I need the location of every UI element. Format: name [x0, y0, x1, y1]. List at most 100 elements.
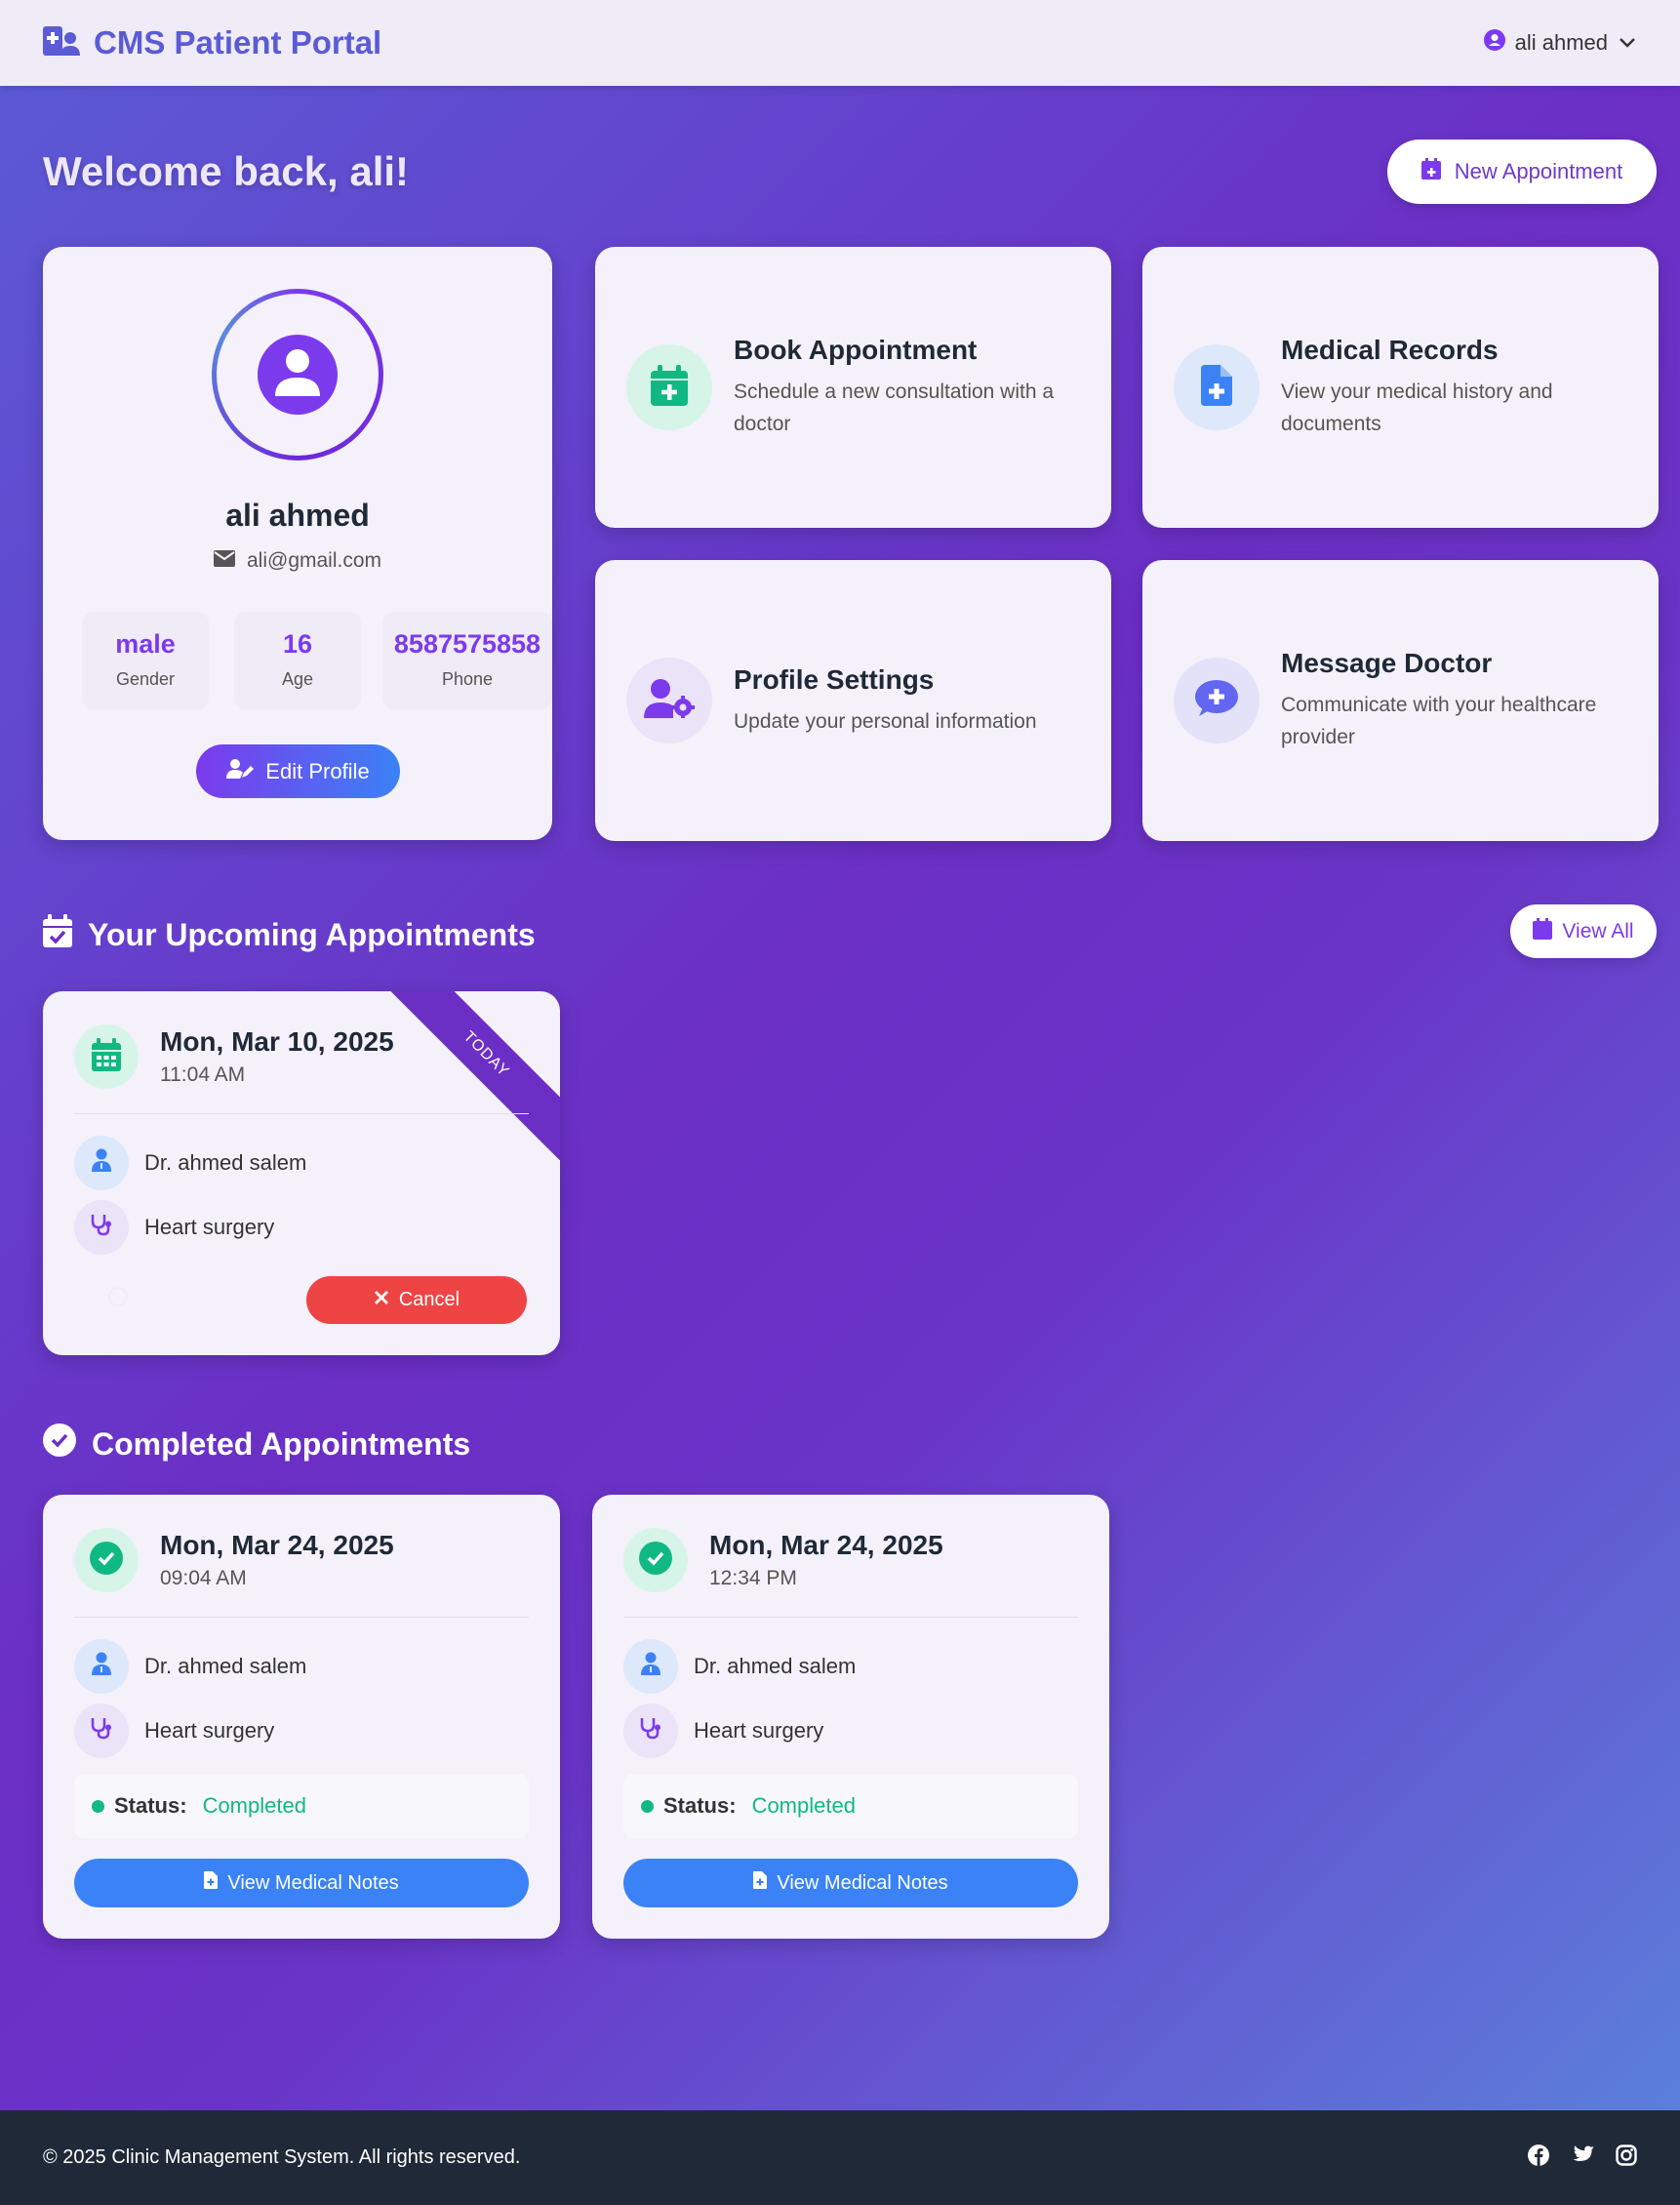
circle-check-icon: [90, 1541, 123, 1580]
profile-card: ali ahmed ali@gmail.com male Gender 16 A…: [43, 247, 552, 840]
profile-email: ali@gmail.com: [43, 549, 552, 573]
action-icon-wrap: [626, 658, 712, 743]
stat-phone: 8587575858 Phone: [382, 612, 552, 709]
user-menu[interactable]: ali ahmed: [1483, 29, 1637, 57]
brand-title: CMS Patient Portal: [94, 24, 382, 60]
specialty-row: Heart surgery: [74, 1200, 274, 1255]
status-box: Status: Completed: [623, 1774, 1078, 1838]
info-icon-wrap: [74, 1136, 129, 1190]
stat-value: 16: [282, 629, 313, 659]
view-medical-notes-label: View Medical Notes: [227, 1871, 399, 1894]
stat-label: Gender: [115, 669, 176, 689]
stethoscope-icon: [639, 1716, 662, 1745]
new-appointment-button[interactable]: New Appointment: [1387, 140, 1657, 204]
specialty-name: Heart surgery: [144, 1215, 275, 1239]
info-icon-wrap: [623, 1639, 678, 1694]
divider: [74, 1113, 529, 1114]
status-label: Status:: [114, 1793, 187, 1818]
user-gear-icon: [644, 678, 695, 723]
cancel-button[interactable]: Cancel: [306, 1276, 527, 1324]
completed-appointment-card: Mon, Mar 24, 2025 12:34 PM Dr. ahmed sal…: [592, 1495, 1109, 1939]
stat-label: Age: [281, 669, 314, 689]
reschedule-button[interactable]: Reschedule: [98, 1276, 244, 1323]
chevron-down-icon: [1618, 30, 1637, 56]
info-icon-wrap: [74, 1200, 129, 1255]
stat-gender: male Gender: [82, 612, 209, 709]
message-doctor-card[interactable]: Message Doctor Communicate with your hea…: [1142, 560, 1659, 841]
new-appointment-label: New Appointment: [1454, 159, 1623, 183]
profile-email-text: ali@gmail.com: [246, 549, 382, 572]
book-appointment-card[interactable]: Book Appointment Schedule a new consulta…: [595, 247, 1111, 528]
edit-profile-button[interactable]: Edit Profile: [196, 744, 400, 798]
avatar: [212, 289, 383, 461]
edit-profile-label: Edit Profile: [265, 758, 370, 783]
status-value: Completed: [202, 1793, 306, 1818]
calendar-days-icon: [92, 1037, 121, 1076]
divider: [74, 1617, 529, 1618]
status-dot: [92, 1799, 104, 1813]
action-desc: Update your personal information: [734, 709, 1037, 733]
view-medical-notes-label: View Medical Notes: [777, 1871, 948, 1894]
action-desc: View your medical history and documents: [1281, 381, 1553, 435]
action-icon-wrap: [1174, 344, 1260, 430]
user-avatar-icon: [273, 345, 322, 405]
appt-icon-wrap: [74, 1528, 139, 1592]
reschedule-label: Reschedule: [135, 1289, 234, 1309]
appointment-time: 11:04 AM: [160, 1063, 246, 1086]
brand[interactable]: CMS Patient Portal: [43, 24, 381, 62]
calendar-plus-icon: [1420, 158, 1441, 185]
stat-age: 16 Age: [234, 612, 361, 709]
circle-check-icon: [639, 1541, 672, 1580]
appointment-time: 12:34 PM: [709, 1567, 797, 1589]
stat-value: male: [115, 629, 176, 659]
action-title: Medical Records: [1281, 335, 1499, 365]
view-medical-notes-button[interactable]: View Medical Notes: [623, 1859, 1078, 1907]
action-title: Profile Settings: [734, 663, 935, 695]
stat-value: 8587575858: [393, 629, 541, 659]
calendar-check-icon: [43, 914, 72, 955]
view-all-label: View All: [1562, 919, 1634, 942]
navbar: CMS Patient Portal ali ahmed: [0, 0, 1680, 86]
facebook-icon[interactable]: [1528, 2144, 1549, 2172]
stethoscope-icon: [90, 1716, 113, 1745]
specialty-row: Heart surgery: [74, 1704, 274, 1758]
instagram-icon[interactable]: [1616, 2144, 1637, 2172]
footer: © 2025 Clinic Management System. All rig…: [0, 2110, 1680, 2205]
appointment-date: Mon, Mar 24, 2025: [160, 1530, 394, 1560]
doctor-row: Dr. ahmed salem: [74, 1136, 306, 1190]
doctor-name: Dr. ahmed salem: [694, 1654, 857, 1678]
action-icon-wrap: [1174, 658, 1260, 743]
action-desc: Schedule a new consultation with a docto…: [734, 381, 1055, 435]
envelope-icon: [213, 549, 235, 573]
cancel-label: Cancel: [398, 1289, 460, 1310]
welcome-title: Welcome back, ali!: [43, 148, 410, 194]
view-medical-notes-button[interactable]: View Medical Notes: [74, 1859, 529, 1907]
specialty-name: Heart surgery: [694, 1718, 824, 1743]
completed-title-text: Completed Appointments: [92, 1425, 471, 1462]
action-title: Book Appointment: [734, 335, 978, 365]
file-medical-icon: [204, 1871, 219, 1895]
user-name: ali ahmed: [1514, 30, 1608, 55]
doctor-row: Dr. ahmed salem: [74, 1639, 306, 1694]
action-desc: Communicate with your healthcare provide…: [1281, 694, 1597, 748]
completed-appointment-card: Mon, Mar 24, 2025 09:04 AM Dr. ahmed sal…: [43, 1495, 560, 1939]
appointment-date: Mon, Mar 10, 2025: [160, 1026, 394, 1057]
profile-name: ali ahmed: [225, 498, 370, 533]
status-value: Completed: [751, 1793, 856, 1818]
twitter-icon[interactable]: [1571, 2145, 1594, 2171]
medical-records-card[interactable]: Medical Records View your medical histor…: [1142, 247, 1659, 528]
doctor-name: Dr. ahmed salem: [144, 1654, 307, 1678]
status-dot: [641, 1799, 654, 1813]
status-label: Status:: [663, 1793, 737, 1818]
user-doctor-icon: [92, 1652, 111, 1681]
stethoscope-icon: [90, 1213, 113, 1242]
info-icon-wrap: [74, 1704, 129, 1758]
comment-medical-icon: [1195, 679, 1238, 723]
profile-settings-card[interactable]: Profile Settings Update your personal in…: [595, 560, 1111, 841]
appointment-date: Mon, Mar 24, 2025: [709, 1530, 943, 1560]
user-circle-icon: [1483, 29, 1505, 57]
social-links: [1528, 2144, 1637, 2172]
view-all-button[interactable]: View All: [1510, 904, 1657, 958]
circle-check-icon: [43, 1423, 76, 1464]
file-medical-icon: [1201, 364, 1232, 411]
